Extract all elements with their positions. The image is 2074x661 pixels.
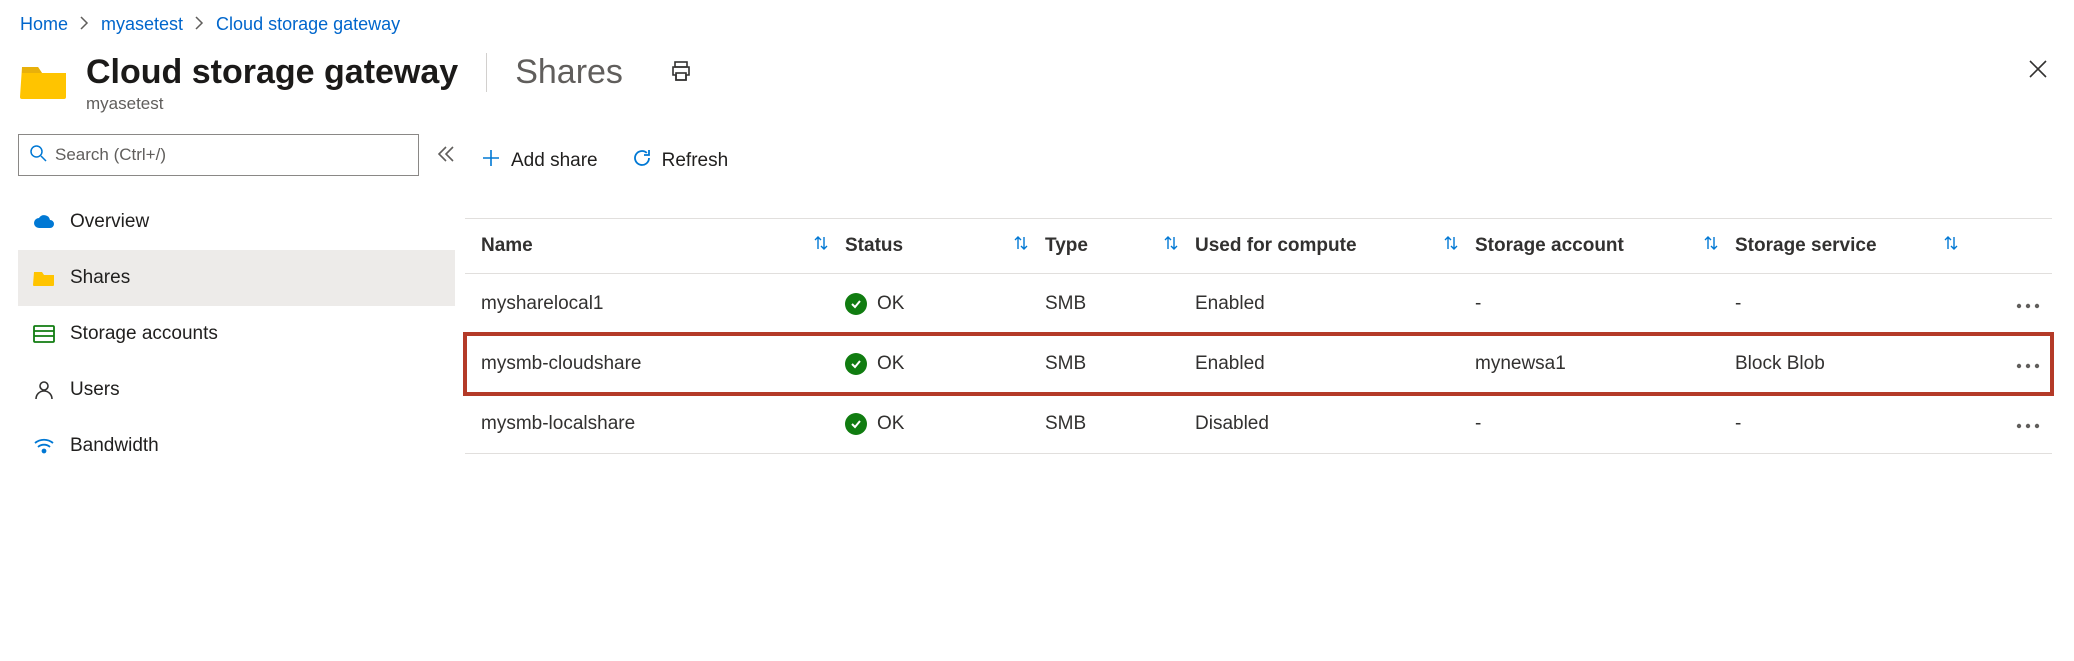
cell-compute: Enabled (1195, 353, 1475, 375)
sidebar-item-storage-accounts[interactable]: Storage accounts (18, 306, 455, 362)
shares-table: Name Status Type Used for compute Storag… (465, 218, 2052, 454)
sort-icon (813, 235, 845, 257)
status-ok-icon (845, 353, 867, 375)
status-ok-icon (845, 413, 867, 435)
cell-type: SMB (1045, 293, 1195, 315)
cell-storage-service: - (1735, 413, 1975, 435)
add-share-button[interactable]: Add share (481, 148, 598, 174)
toolbar-label: Add share (511, 150, 598, 172)
sidebar-item-overview[interactable]: Overview (18, 194, 455, 250)
sidebar-item-label: Storage accounts (70, 323, 218, 345)
row-actions-icon[interactable] (2016, 293, 2040, 315)
sort-icon (1443, 235, 1475, 257)
refresh-icon (632, 148, 652, 174)
cell-name: mysmb-localshare (465, 413, 845, 435)
plus-icon (481, 148, 501, 174)
cell-status: OK (845, 353, 1045, 375)
breadcrumb: Home myasetest Cloud storage gateway (0, 0, 2074, 45)
cell-compute: Disabled (1195, 413, 1475, 435)
breadcrumb-home[interactable]: Home (20, 14, 68, 35)
page-subtitle: Shares (486, 53, 623, 92)
breadcrumb-resource[interactable]: myasetest (101, 14, 183, 35)
print-icon[interactable] (669, 59, 693, 86)
cell-status: OK (845, 293, 1045, 315)
cloud-icon (32, 214, 56, 230)
cell-compute: Enabled (1195, 293, 1475, 315)
chevron-right-icon (195, 14, 204, 35)
cell-type: SMB (1045, 353, 1195, 375)
cell-storage-account: - (1475, 413, 1735, 435)
breadcrumb-blade[interactable]: Cloud storage gateway (216, 14, 400, 35)
resource-name: myasetest (86, 94, 693, 114)
column-storage-service[interactable]: Storage service (1735, 235, 1975, 257)
sidebar-item-shares[interactable]: Shares (18, 250, 455, 306)
cell-type: SMB (1045, 413, 1195, 435)
table-row[interactable]: mysmb-cloudshare OK SMB Enabled mynewsa1… (465, 334, 2052, 394)
close-icon[interactable] (2022, 53, 2054, 88)
chevron-right-icon (80, 14, 89, 35)
cell-name: mysharelocal1 (465, 293, 845, 315)
table-row[interactable]: mysharelocal1 OK SMB Enabled - - (465, 274, 2052, 334)
folder-icon (32, 269, 56, 287)
row-actions-icon[interactable] (2016, 353, 2040, 375)
cell-storage-account: - (1475, 293, 1735, 315)
cell-name: mysmb-cloudshare (465, 353, 845, 375)
page-header: Cloud storage gateway Shares myasetest (0, 45, 2074, 134)
user-icon (32, 380, 56, 400)
wifi-icon (32, 438, 56, 454)
sidebar: Search (Ctrl+/) Overview Shares Storage … (0, 134, 465, 474)
search-input[interactable]: Search (Ctrl+/) (18, 134, 419, 176)
page-title: Cloud storage gateway (86, 53, 458, 92)
sidebar-item-label: Overview (70, 211, 149, 233)
sort-icon (1013, 235, 1045, 257)
table-row[interactable]: mysmb-localshare OK SMB Disabled - - (465, 394, 2052, 454)
refresh-button[interactable]: Refresh (632, 148, 729, 174)
search-icon (29, 144, 47, 167)
collapse-sidebar-icon[interactable] (437, 146, 455, 165)
content: Add share Refresh Name Status Type Used … (465, 134, 2074, 474)
sort-icon (1163, 235, 1195, 257)
sidebar-item-label: Bandwidth (70, 435, 159, 457)
sort-icon (1703, 235, 1735, 257)
sidebar-item-users[interactable]: Users (18, 362, 455, 418)
table-header: Name Status Type Used for compute Storag… (465, 218, 2052, 274)
sidebar-item-label: Users (70, 379, 120, 401)
column-status[interactable]: Status (845, 235, 1045, 257)
toolbar-label: Refresh (662, 150, 729, 172)
cell-status: OK (845, 413, 1045, 435)
row-actions-icon[interactable] (2016, 413, 2040, 435)
folder-yellow-icon (20, 61, 68, 101)
sort-icon (1943, 235, 1975, 257)
sidebar-item-label: Shares (70, 267, 130, 289)
column-compute[interactable]: Used for compute (1195, 235, 1475, 257)
search-placeholder: Search (Ctrl+/) (55, 145, 166, 165)
storage-icon (32, 325, 56, 343)
cell-storage-service: Block Blob (1735, 353, 1975, 375)
status-ok-icon (845, 293, 867, 315)
column-type[interactable]: Type (1045, 235, 1195, 257)
column-storage-account[interactable]: Storage account (1475, 235, 1735, 257)
cell-storage-service: - (1735, 293, 1975, 315)
sidebar-item-bandwidth[interactable]: Bandwidth (18, 418, 455, 474)
toolbar: Add share Refresh (465, 134, 2052, 188)
column-name[interactable]: Name (465, 235, 845, 257)
cell-storage-account: mynewsa1 (1475, 353, 1735, 375)
